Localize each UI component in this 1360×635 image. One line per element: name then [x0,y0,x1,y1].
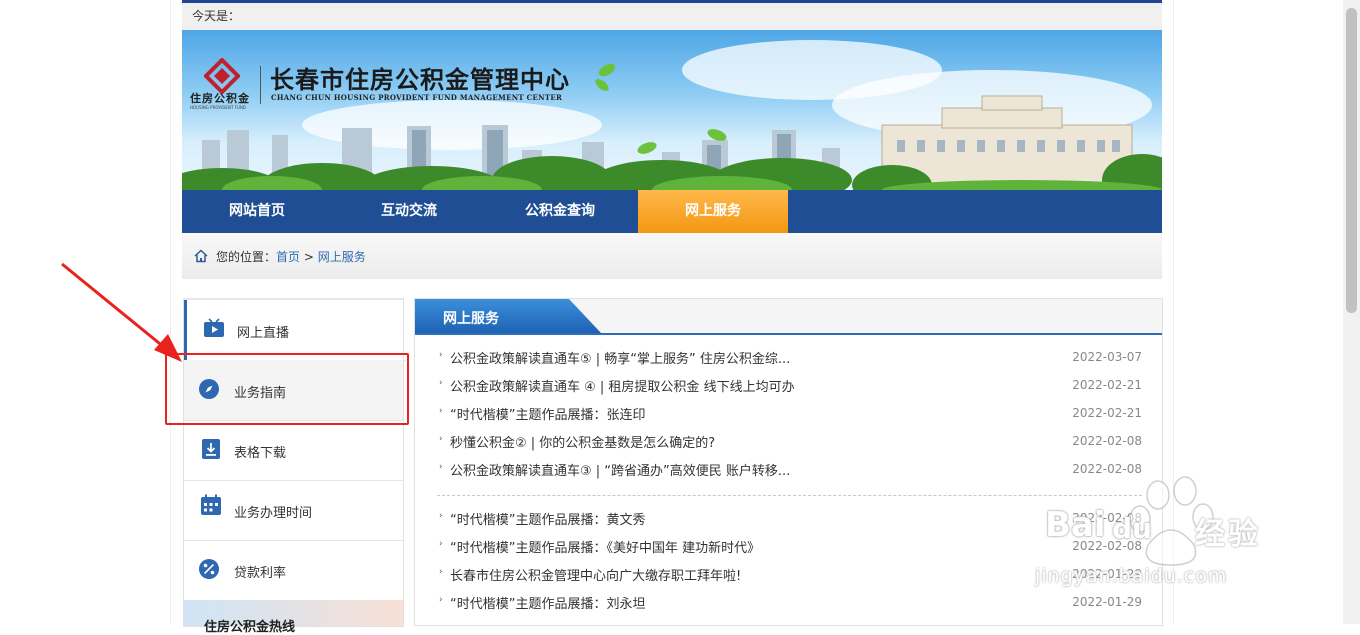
news-item[interactable]: › “时代楷模”主题作品展播：刘永坦 2022-01-29 [437,590,1142,618]
news-item[interactable]: › 秒懂公积金② | 你的公积金基数是怎么确定的? 2022-02-08 [437,429,1142,457]
download-icon [202,439,220,459]
hotline-label: 住房公积金热线 [204,620,296,635]
news-title: “时代楷模”主题作品展播：《美好中国年 建功新时代》 [450,541,761,556]
breadcrumb-current-link[interactable]: 网上服务 [318,250,366,264]
city-skyline-illustration [182,63,1162,190]
bullet-icon: › [439,378,443,388]
breadcrumb: 您的位置：首页 > 网上服务 [182,233,1162,279]
sidebar-item-label: 业务办理时间 [234,506,313,521]
news-title: 秒懂公积金② | 你的公积金基数是怎么确定的? [450,436,716,451]
nav-item-interaction[interactable]: 互动交流 [334,190,484,233]
main-nav: 网站首页 互动交流 公积金查询 网上服务 [182,190,1162,233]
bullet-icon: › [439,511,443,521]
news-item[interactable]: › “时代楷模”主题作品展播：黄文秀 2022-02-08 [437,506,1142,534]
sidebar-item-label: 贷款利率 [234,566,287,581]
nav-item-online-service[interactable]: 网上服务 [638,190,788,233]
site-title: 长春市住房公积金管理中心 [270,65,570,94]
news-date: 2022-03-07 [1072,350,1142,364]
date-bar: 今天是： [182,3,1162,30]
section-title: 网上服务 [443,311,499,327]
bullet-icon: › [439,567,443,577]
news-item[interactable]: › 公积金政策解读直通车 ④ | 租房提取公积金 线下线上均可办 2022-02… [437,373,1142,401]
vertical-scrollbar[interactable] [1343,0,1360,624]
sidebar-item-hours[interactable]: 业务办理时间 [184,480,403,541]
sidebar-item-rates[interactable]: 贷款利率 [184,540,403,601]
watermark-brand: 经验 [1195,517,1261,552]
news-title: 长春市住房公积金管理中心向广大缴存职工拜年啦! [450,569,742,584]
bullet-icon: › [439,434,443,444]
highlight-box [165,353,409,425]
bullet-icon: › [439,595,443,605]
tv-icon [204,318,224,337]
news-item[interactable]: › 公积金政策解读直通车③ | “跨省通办”高效便民 账户转移... 2022-… [437,457,1142,485]
watermark-du: du [1112,512,1152,545]
news-date: 2022-02-21 [1072,406,1142,420]
calendar-icon [201,494,221,515]
bullet-icon: › [439,462,443,472]
nav-item-fund-query[interactable]: 公积金查询 [485,190,635,233]
watermark-url: jingyan.baidu.com [1035,565,1228,587]
date-label: 今天是： [192,9,241,23]
sidebar-item-label: 网上直播 [237,326,290,341]
bullet-icon: › [439,539,443,549]
home-icon [194,249,208,263]
logo-mark-label: 住房公积金 [190,92,250,105]
news-title: “时代楷模”主题作品展播：黄文秀 [450,513,646,528]
housing-fund-logo-icon [204,58,240,94]
news-title: 公积金政策解读直通车 ④ | 租房提取公积金 线下线上均可办 [450,380,795,395]
news-item[interactable]: › 公积金政策解读直通车⑤ | 畅享“掌上服务” 住房公积金综... 2022-… [437,345,1142,373]
news-title: “时代楷模”主题作品展播：刘永坦 [450,597,646,612]
breadcrumb-home-link[interactable]: 首页 [276,250,300,264]
sidebar: 网上直播 业务指南 表格下载 业务办理时间 贷款利率 住房公积金热线 [183,298,406,635]
sidebar-item-live[interactable]: 网上直播 [184,300,406,361]
hotline-banner[interactable]: 住房公积金热线 [184,600,403,635]
news-item[interactable]: › “时代楷模”主题作品展播：张连印 2022-02-21 [437,401,1142,429]
logo-divider [260,66,261,104]
percent-icon [199,559,219,579]
breadcrumb-prefix: 您的位置： [216,250,277,264]
watermark-bai: Bai [1045,505,1106,545]
news-title: “时代楷模”主题作品展播：张连印 [450,408,646,423]
news-date: 2022-01-29 [1072,595,1142,609]
news-date: 2022-02-21 [1072,378,1142,392]
news-date: 2022-02-08 [1072,462,1142,476]
sidebar-item-label: 表格下载 [234,446,287,461]
nav-item-home[interactable]: 网站首页 [182,190,332,233]
news-divider [437,495,1142,496]
logo-mark-label-en: HOUSING PROVIDENT FUND [190,105,246,110]
site-banner: 住房公积金 HOUSING PROVIDENT FUND 长春市住房公积金管理中… [182,30,1162,190]
news-panel-header: 网上服务 [415,299,1162,335]
bullet-icon: › [439,406,443,416]
bullet-icon: › [439,350,443,360]
breadcrumb-separator: > [300,250,318,264]
news-item[interactable]: › “时代楷模”主题作品展播：《美好中国年 建功新时代》 2022-02-08 [437,534,1142,562]
sidebar-item-forms[interactable]: 表格下载 [184,420,403,481]
news-title: 公积金政策解读直通车⑤ | 畅享“掌上服务” 住房公积金综... [450,352,791,367]
news-date: 2022-02-08 [1072,434,1142,448]
news-title: 公积金政策解读直通车③ | “跨省通办”高效便民 账户转移... [450,464,791,479]
scrollbar-thumb[interactable] [1346,8,1357,313]
site-title-en: CHANG CHUN HOUSING PROVIDENT FUND MANAGE… [271,93,563,102]
